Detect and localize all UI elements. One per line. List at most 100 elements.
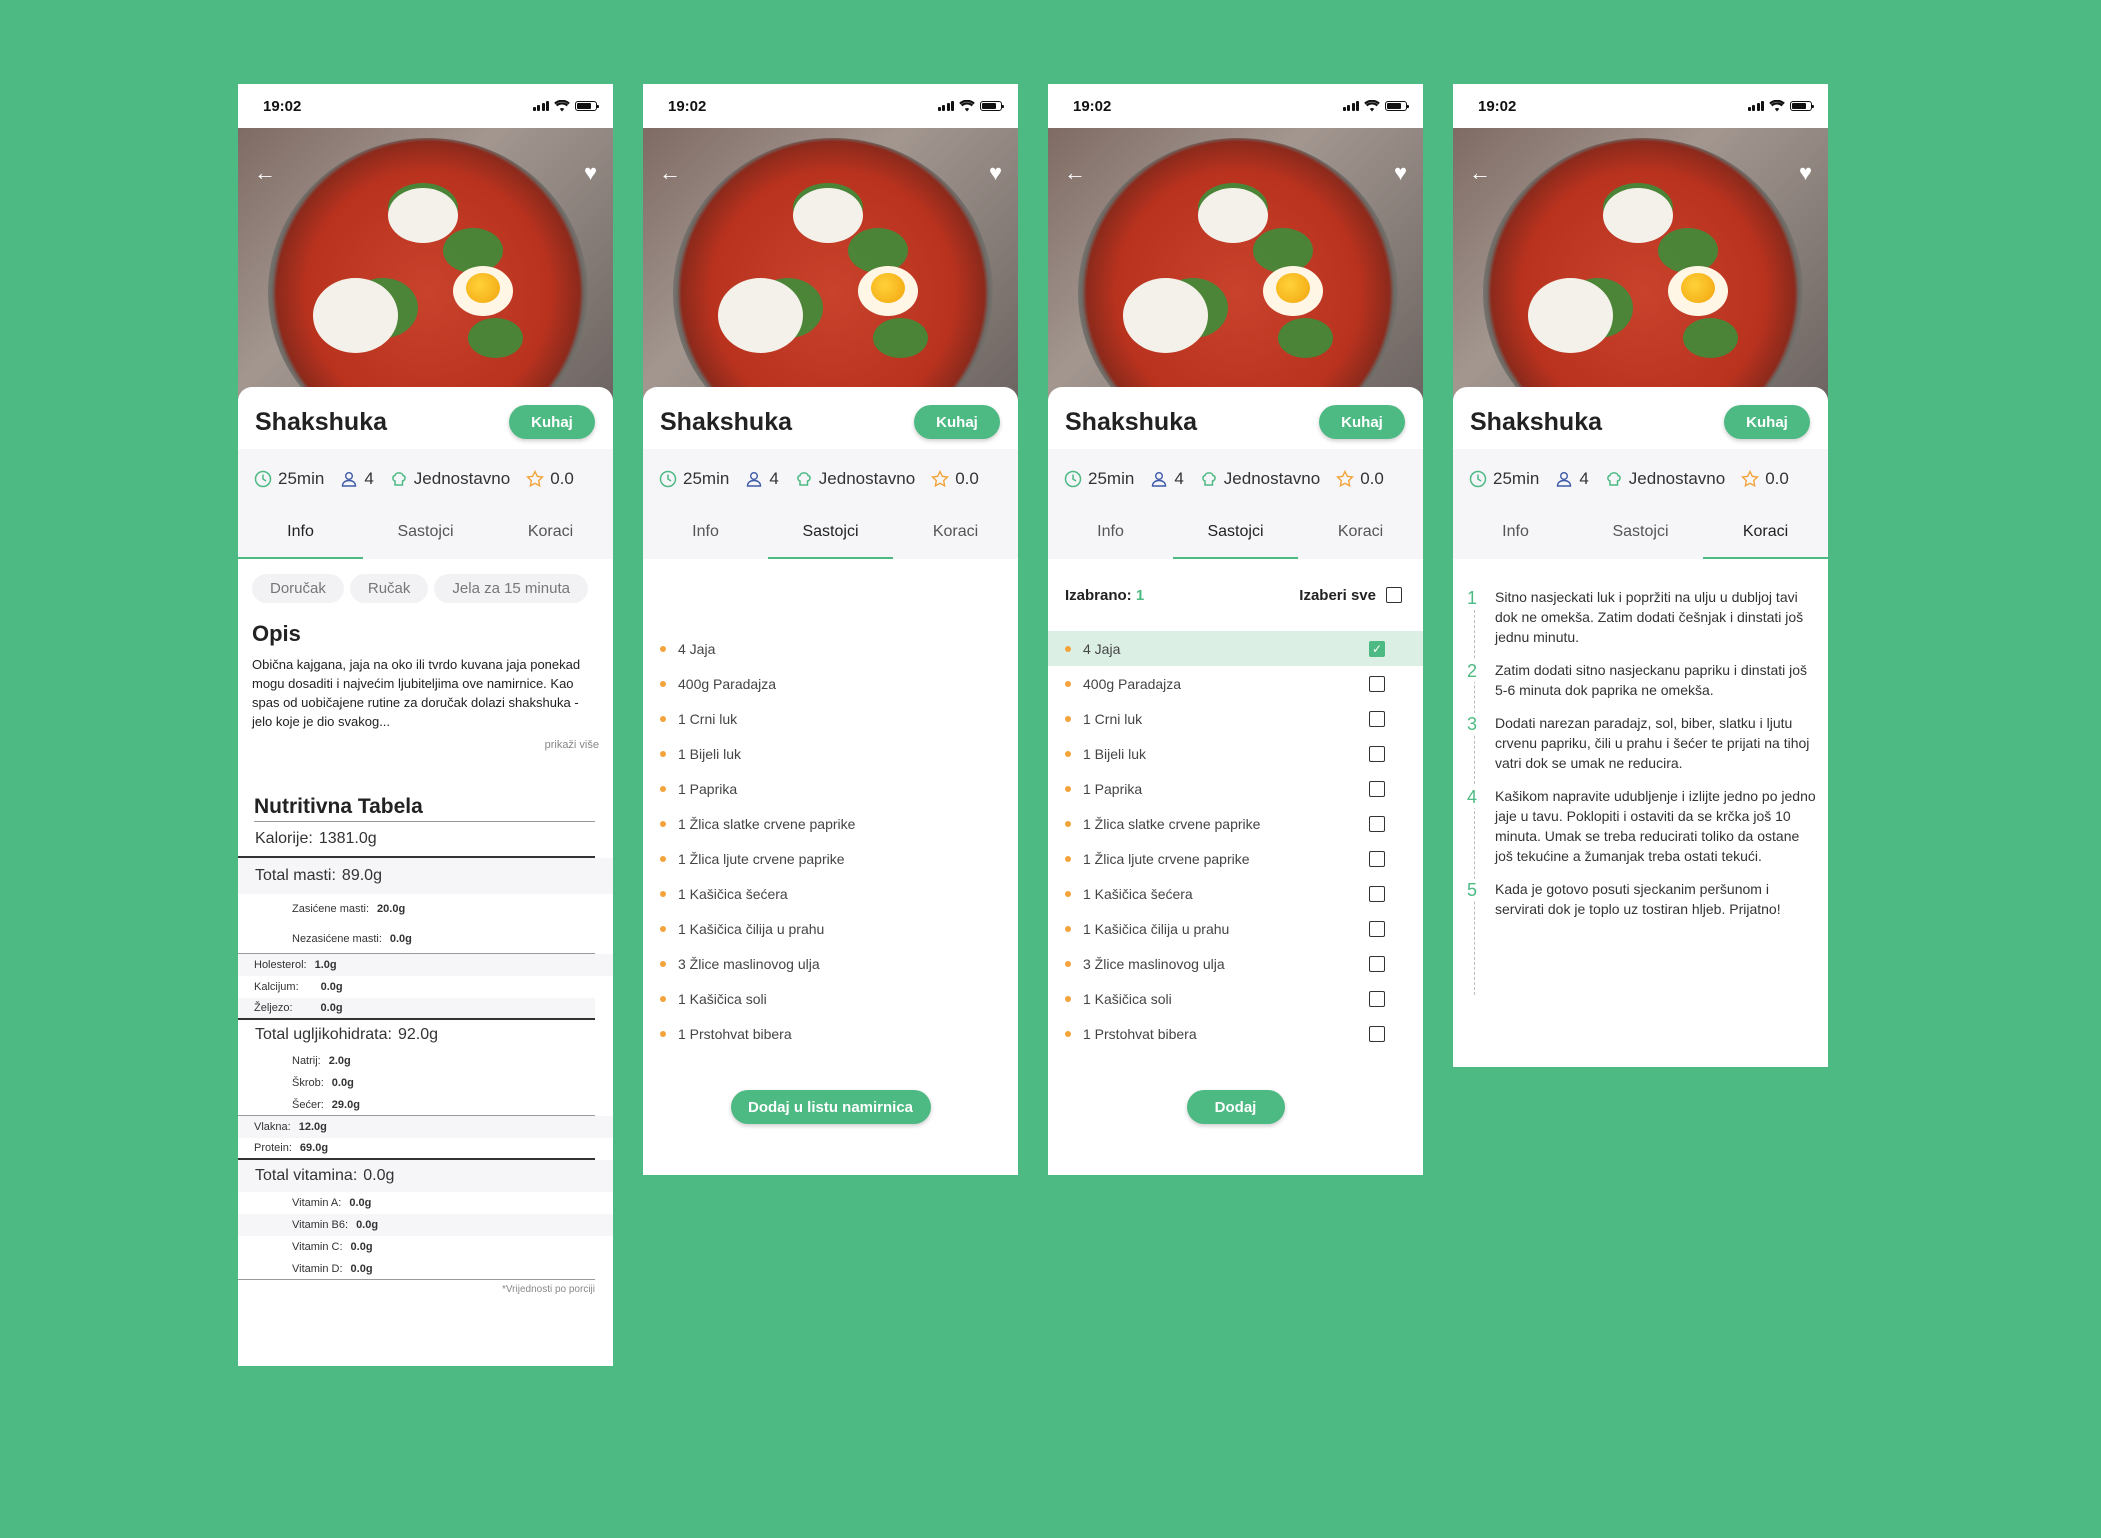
heart-icon[interactable]: ♥ <box>1799 160 1812 186</box>
tab-koraci[interactable]: Koraci <box>1298 509 1423 559</box>
person-icon <box>1555 470 1573 488</box>
bullet-icon <box>660 960 666 967</box>
ingredient-item: 1 Kašičica šećera <box>643 876 1018 911</box>
recipe-tabs: Info Sastojci Koraci <box>643 509 1018 559</box>
back-arrow-icon[interactable]: ← <box>1064 160 1086 186</box>
nutrition-row: Škrob: 0.0g <box>292 1077 354 1089</box>
ingredient-item: 1 Paprika <box>643 771 1018 806</box>
bullet-icon <box>1065 820 1071 827</box>
battery-icon <box>575 101 599 111</box>
bullet-icon <box>660 645 666 652</box>
time-value: 25min <box>1493 469 1540 488</box>
cook-button[interactable]: Kuhaj <box>914 405 1000 439</box>
ingredient-item[interactable]: 1 Crni luk <box>1048 701 1423 736</box>
ingredient-checkbox[interactable] <box>1369 885 1385 902</box>
selection-bar: Izabrano: 1 Izaberi sve <box>1048 559 1423 631</box>
ingredient-item[interactable]: 1 Kašičica soli <box>1048 981 1423 1016</box>
ingredient-checkbox[interactable] <box>1369 1025 1385 1042</box>
recipe-photo: ← ♥ <box>643 128 1018 403</box>
ingredient-item[interactable]: 400g Paradajza <box>1048 666 1423 701</box>
tab-info[interactable]: Info <box>643 509 768 559</box>
nutrition-row: Total ugljikohidrata: 92.0g <box>255 1026 439 1043</box>
nutrition-table: Kalorije: 1381.0g Total masti: 89.0g Zasić… <box>238 822 613 1280</box>
nutrition-footnote: *Vrijednosti po porciji <box>501 1284 595 1295</box>
difficulty-value: Jednostavno <box>413 469 511 488</box>
bullet-icon <box>1065 750 1071 757</box>
ingredient-name: 4 Jaja <box>678 640 716 657</box>
ingredient-item[interactable]: 1 Kašičica šećera <box>1048 876 1423 911</box>
ingredient-checkbox[interactable] <box>1369 955 1385 972</box>
ingredient-item[interactable]: 4 Jaja ✓ <box>1048 631 1423 666</box>
cook-button[interactable]: Kuhaj <box>509 405 595 439</box>
nutrition-row: Total masti: 89.0g <box>238 858 613 894</box>
ingredient-checkbox[interactable] <box>1369 990 1385 1007</box>
heart-icon[interactable]: ♥ <box>989 160 1002 186</box>
ingredient-item[interactable]: 1 Žlica slatke crvene paprike <box>1048 806 1423 841</box>
nutrition-row: Vitamin D: 0.0g <box>238 1258 595 1280</box>
star-icon <box>1741 470 1760 488</box>
ingredient-item[interactable]: 3 Žlice maslinovog ulja <box>1048 946 1423 981</box>
tab-sastojci[interactable]: Sastojci <box>363 509 488 559</box>
ingredient-checkbox[interactable] <box>1369 780 1385 797</box>
clock-icon <box>1469 470 1487 488</box>
step-text: Dodati narezan paradajz, sol, biber, sla… <box>1495 715 1810 771</box>
ingredient-checkbox[interactable] <box>1369 850 1385 867</box>
tab-sastojci[interactable]: Sastojci <box>768 509 893 559</box>
ingredient-checkbox[interactable] <box>1369 815 1385 832</box>
status-bar: 19:02 <box>238 84 613 128</box>
step-text: Zatim dodati sitno nasjeckanu papriku i … <box>1495 662 1808 698</box>
tab-koraci[interactable]: Koraci <box>488 509 613 559</box>
ingredient-item[interactable]: 1 Žlica ljute crvene paprike <box>1048 841 1423 876</box>
ingredient-item[interactable]: 1 Kašičica čilija u prahu <box>1048 911 1423 946</box>
status-icons <box>532 100 599 112</box>
ingredient-name: 400g Paradajza <box>678 675 777 692</box>
ingredient-item: 1 Prstohvat bibera <box>643 1016 1018 1051</box>
nutrition-row: Zasićene masti: 20.0g <box>292 903 406 915</box>
add-button[interactable]: Dodaj <box>1186 1090 1285 1124</box>
ingredients-list: 4 Jaja 400g Paradajza 1 Crni luk 1 Bijeli l… <box>643 631 1018 1051</box>
ingredient-checkbox[interactable] <box>1369 710 1385 727</box>
signal-icon <box>1747 101 1764 111</box>
cook-button[interactable]: Kuhaj <box>1319 405 1405 439</box>
tab-koraci[interactable]: Koraci <box>1703 509 1828 559</box>
ingredient-checkbox[interactable] <box>1369 920 1385 937</box>
tab-koraci[interactable]: Koraci <box>893 509 1018 559</box>
ingredient-name: 1 Paprika <box>1083 780 1143 797</box>
tab-info[interactable]: Info <box>238 509 363 559</box>
ingredient-item[interactable]: 1 Prstohvat bibera <box>1048 1016 1423 1051</box>
chip-rucak[interactable]: Ručak <box>349 574 429 603</box>
select-all-checkbox[interactable] <box>1386 587 1402 603</box>
recipe-card: Shakshuka Kuhaj 25min 4 Jednostavno 0.0 … <box>238 387 613 559</box>
tab-sastojci[interactable]: Sastojci <box>1578 509 1703 559</box>
bullet-icon <box>1065 785 1071 792</box>
heart-icon[interactable]: ♥ <box>584 160 597 186</box>
nutrition-row: Kalcijum: 0.0g <box>254 981 343 993</box>
ingredient-checkbox[interactable] <box>1369 745 1385 762</box>
ingredient-checkbox[interactable] <box>1369 675 1385 692</box>
ingredient-checkbox[interactable]: ✓ <box>1369 640 1385 657</box>
tab-sastojci[interactable]: Sastojci <box>1173 509 1298 559</box>
ingredients-select-list: 4 Jaja ✓ 400g Paradajza 1 Crni luk 1 Bijeli … <box>1048 631 1423 1051</box>
bullet-icon <box>660 680 666 687</box>
heart-icon[interactable]: ♥ <box>1394 160 1407 186</box>
tab-info[interactable]: Info <box>1453 509 1578 559</box>
tab-info[interactable]: Info <box>1048 509 1173 559</box>
back-arrow-icon[interactable]: ← <box>1469 160 1491 186</box>
recipe-card: Shakshuka Kuhaj 25min 4 Jednostavno 0.0 … <box>1453 387 1828 559</box>
ingredient-item[interactable]: 1 Bijeli luk <box>1048 736 1423 771</box>
person-icon <box>1150 470 1168 488</box>
status-bar: 19:02 <box>1453 84 1828 128</box>
chip-15-minuta[interactable]: Jela za 15 minuta <box>434 574 588 603</box>
add-to-shopping-list-button[interactable]: Dodaj u listu namirnica <box>730 1090 931 1124</box>
back-arrow-icon[interactable]: ← <box>254 160 276 186</box>
nutrition-row: Protein: 69.0g <box>238 1138 595 1160</box>
bullet-icon <box>1065 890 1071 897</box>
back-arrow-icon[interactable]: ← <box>659 160 681 186</box>
difficulty-value: Jednostavno <box>1223 469 1321 488</box>
rating-value: 0.0 <box>1765 469 1789 488</box>
ingredient-item[interactable]: 1 Paprika <box>1048 771 1423 806</box>
ingredient-item: 3 Žlice maslinovog ulja <box>643 946 1018 981</box>
cook-button[interactable]: Kuhaj <box>1724 405 1810 439</box>
show-more-link[interactable]: prikaži više <box>238 731 613 751</box>
chip-dorucak[interactable]: Doručak <box>252 574 344 603</box>
